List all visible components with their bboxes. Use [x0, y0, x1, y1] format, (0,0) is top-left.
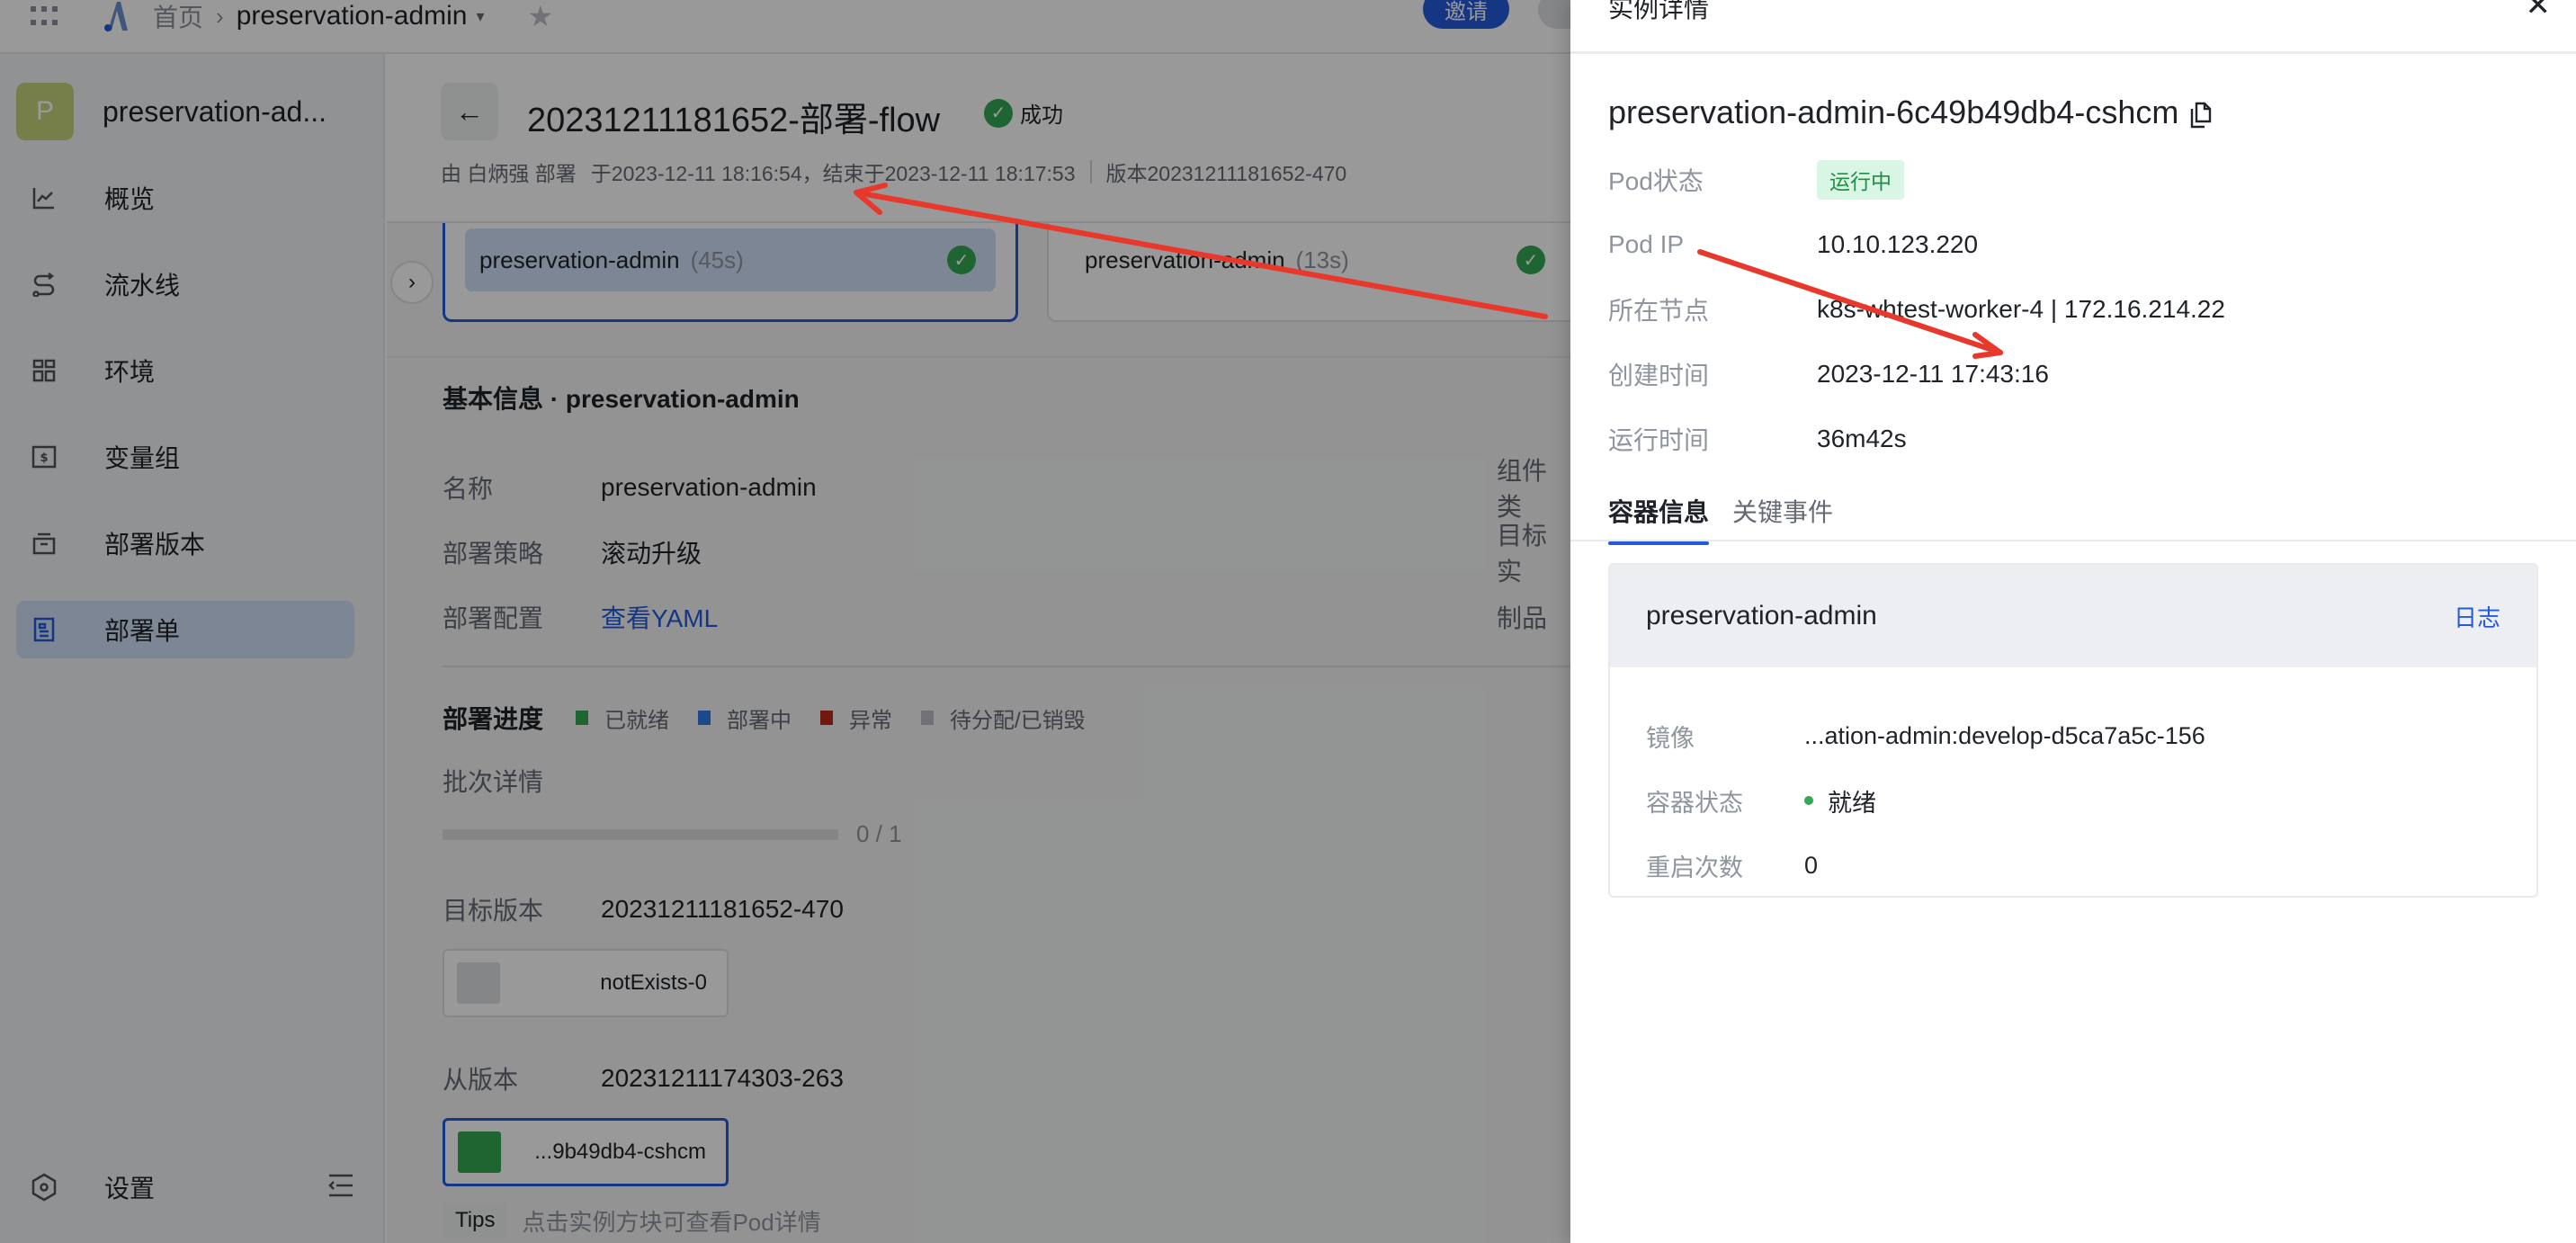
- copy-icon[interactable]: [2189, 99, 2213, 129]
- drawer-header: 实例详情 ✕: [1570, 0, 2576, 54]
- field-label: Pod IP: [1608, 230, 1685, 258]
- pod-ip: 10.10.123.220: [1817, 230, 1979, 258]
- field-label: 镜像: [1646, 724, 1695, 752]
- close-icon[interactable]: ✕: [2526, 0, 2552, 23]
- container-field: 容器状态 就绪: [1646, 768, 2500, 833]
- image-value: ...ation-admin:develop-d5ca7a5c-156: [1804, 721, 2205, 749]
- container-field: 重启次数 0: [1646, 833, 2500, 896]
- instance-detail-drawer: 实例详情 ✕ preservation-admin-6c49b49db4-csh…: [1570, 0, 2576, 1243]
- pod-field: 所在节点 k8s-whtest-worker-4 | 172.16.214.22: [1608, 277, 2535, 342]
- pod-field: 创建时间 2023-12-11 17:43:16: [1608, 342, 2535, 407]
- field-label: Pod状态: [1608, 167, 1704, 195]
- status-dot-icon: [1804, 796, 1813, 805]
- pod-field: Pod状态 运行中: [1608, 148, 2535, 212]
- pod-status-tag: 运行中: [1817, 160, 1904, 200]
- container-field: 镜像 ...ation-admin:develop-d5ca7a5c-156: [1646, 703, 2500, 768]
- pod-field: Pod IP 10.10.123.220: [1608, 212, 2535, 277]
- tab-key-events[interactable]: 关键事件: [1732, 493, 1833, 545]
- run-time: 36m42s: [1817, 425, 1907, 452]
- field-label: 容器状态: [1646, 789, 1743, 817]
- container-card: preservation-admin 日志 镜像 ...ation-admin:…: [1608, 563, 2538, 898]
- created-time: 2023-12-11 17:43:16: [1817, 360, 2049, 388]
- tab-container-info[interactable]: 容器信息: [1608, 493, 1710, 545]
- pod-field: 运行时间 36m42s: [1608, 407, 2535, 471]
- container-card-header: preservation-admin 日志: [1610, 565, 2536, 667]
- log-link[interactable]: 日志: [2454, 600, 2500, 633]
- field-label: 所在节点: [1608, 297, 1710, 325]
- restart-count: 0: [1804, 851, 1819, 879]
- field-label: 重启次数: [1646, 854, 1743, 881]
- pod-name-text: preservation-admin-6c49b49db4-cshcm: [1608, 94, 2179, 130]
- field-label: 创建时间: [1608, 362, 1710, 389]
- container-card-body: 镜像 ...ation-admin:develop-d5ca7a5c-156 容…: [1610, 667, 2536, 896]
- container-status-text: 就绪: [1828, 789, 1876, 817]
- container-status: 就绪: [1804, 783, 1876, 818]
- field-label: 运行时间: [1608, 426, 1710, 454]
- node-value: k8s-whtest-worker-4 | 172.16.214.22: [1817, 295, 2225, 323]
- container-name: preservation-admin: [1646, 601, 1877, 630]
- drawer-title: 实例详情: [1608, 0, 1710, 22]
- modal-mask[interactable]: [0, 0, 1570, 1243]
- drawer-tabs: 容器信息 关键事件: [1608, 493, 1856, 545]
- pod-fields: Pod状态 运行中 Pod IP 10.10.123.220 所在节点 k8s-…: [1608, 148, 2535, 471]
- app: 首页 › preservation-admin ▾ ★ 邀请 P preserv…: [0, 0, 2576, 1243]
- tabs-divider: [1570, 540, 2576, 541]
- pod-name: preservation-admin-6c49b49db4-cshcm: [1608, 94, 2213, 131]
